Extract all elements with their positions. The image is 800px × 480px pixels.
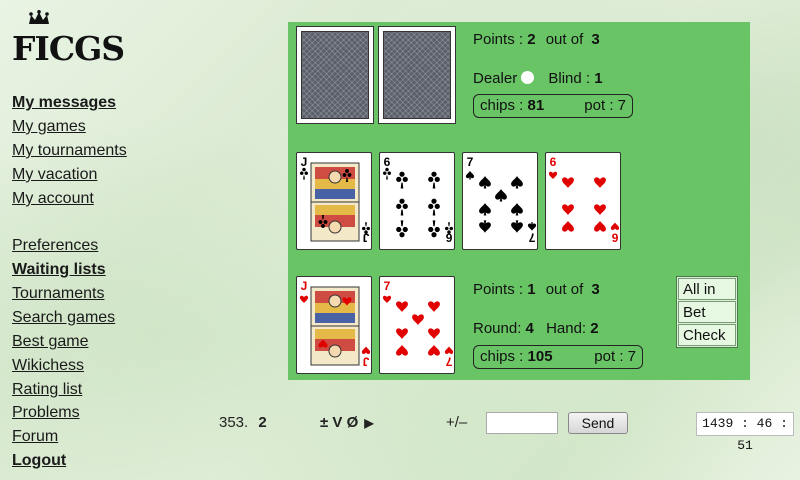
- spades-pip: [465, 170, 475, 180]
- nav-problems[interactable]: Problems: [12, 404, 80, 422]
- nav-my-games[interactable]: My games: [12, 118, 86, 136]
- card-rank: J: [301, 155, 308, 169]
- nav-my-tournaments[interactable]: My tournaments: [12, 142, 127, 160]
- player-card-2: 77: [379, 276, 455, 374]
- nav-wikichess[interactable]: Wikichess: [12, 357, 84, 375]
- nav-best-game[interactable]: Best game: [12, 333, 88, 351]
- card-rank: J: [363, 355, 370, 369]
- card-rank: 7: [467, 155, 474, 169]
- hearts-pip: [562, 204, 574, 215]
- board-card-4: 66: [545, 152, 621, 250]
- player-card-1: JJ: [296, 276, 372, 374]
- board-card-3: 77: [462, 152, 538, 250]
- play-triangle-icon[interactable]: ▶: [364, 416, 373, 430]
- spades-pip: [511, 176, 523, 189]
- clubs-pip: [299, 167, 309, 180]
- spades-pip: [511, 203, 523, 216]
- hearts-pip: [594, 221, 606, 232]
- card-rank: 6: [384, 155, 391, 169]
- card-rank: 7: [528, 231, 535, 245]
- clubs-pip: [428, 220, 440, 238]
- opponent-points: Points : 2 out of 3: [473, 31, 600, 48]
- hearts-pip: [299, 295, 309, 304]
- move-input[interactable]: [486, 412, 558, 434]
- hearts-pip: [361, 346, 371, 354]
- card-rank: J: [301, 279, 308, 293]
- player-points: Points : 1 out of 3: [473, 281, 600, 298]
- board-card-2: 66: [379, 152, 455, 250]
- opponent-card-back-2: [378, 26, 456, 124]
- hearts-pip: [382, 295, 392, 304]
- dealer-button-icon: [521, 71, 535, 84]
- send-button[interactable]: Send: [568, 412, 628, 434]
- hearts-pip: [594, 204, 606, 215]
- nav-forum[interactable]: Forum: [12, 428, 58, 446]
- jack-portrait: [310, 162, 360, 242]
- hearts-pip: [610, 222, 620, 230]
- card-rank: 6: [611, 231, 618, 245]
- action-panel: All in Bet Check: [676, 276, 738, 348]
- spades-pip: [479, 176, 491, 189]
- spades-pip: [479, 203, 491, 216]
- spades-pip: [511, 220, 523, 233]
- jack-portrait: [310, 286, 360, 366]
- bet-button[interactable]: Bet: [678, 301, 736, 323]
- round-hand: Round: 4 Hand: 2: [473, 320, 599, 337]
- hearts-pip: [444, 346, 454, 354]
- nav-my-account[interactable]: My account: [12, 190, 94, 208]
- hearts-pip: [396, 345, 408, 356]
- player-chips-box: chips : 105 pot : 7: [473, 345, 643, 369]
- spades-pip: [495, 189, 507, 202]
- card-rank: 6: [550, 155, 557, 169]
- hearts-pip: [396, 328, 408, 339]
- dealer-blind: Dealer Blind : 1: [473, 70, 603, 87]
- hearts-pip: [594, 177, 606, 188]
- check-button[interactable]: Check: [678, 324, 736, 346]
- nav-logout[interactable]: Logout: [12, 452, 66, 470]
- nav-waiting-lists[interactable]: Waiting lists: [12, 261, 106, 279]
- move-number: 353. 2: [219, 414, 267, 431]
- clubs-pip: [382, 167, 392, 180]
- spades-pip: [527, 222, 537, 231]
- board-card-1: JJ: [296, 152, 372, 250]
- crown-icon: [29, 10, 49, 24]
- spades-pip: [479, 220, 491, 233]
- nav-preferences[interactable]: Preferences: [12, 237, 98, 255]
- hearts-pip: [396, 301, 408, 312]
- card-rank: 7: [445, 355, 452, 369]
- opponent-card-back-1: [296, 26, 374, 124]
- logo-text: FICGS: [12, 29, 125, 68]
- clubs-pip: [396, 171, 408, 189]
- ficgs-logo[interactable]: FICGS: [10, 10, 125, 66]
- hearts-pip: [428, 301, 440, 312]
- nav-my-vacation[interactable]: My vacation: [12, 166, 97, 184]
- clubs-pip: [396, 220, 408, 238]
- hearts-pip: [428, 345, 440, 356]
- nav-tournaments[interactable]: Tournaments: [12, 285, 105, 303]
- clubs-pip: [428, 198, 440, 216]
- hearts-pip: [412, 314, 424, 325]
- clubs-pip: [428, 171, 440, 189]
- card-rank: 7: [384, 279, 391, 293]
- clubs-pip: [396, 198, 408, 216]
- nav-rating-list[interactable]: Rating list: [12, 381, 82, 399]
- nav-my-messages[interactable]: My messages: [12, 94, 116, 112]
- all-in-button[interactable]: All in: [678, 278, 736, 300]
- hearts-pip: [548, 171, 558, 180]
- plus-minus-label: +/–: [446, 414, 468, 431]
- hearts-pip: [562, 177, 574, 188]
- opponent-chips-box: chips : 81 pot : 7: [473, 94, 633, 118]
- nav-search-games[interactable]: Search games: [12, 309, 115, 327]
- move-symbols[interactable]: ± V Ø ▶: [320, 414, 374, 431]
- hearts-pip: [562, 221, 574, 232]
- game-clock: 1439 : 46 : 51: [696, 412, 794, 453]
- hearts-pip: [428, 328, 440, 339]
